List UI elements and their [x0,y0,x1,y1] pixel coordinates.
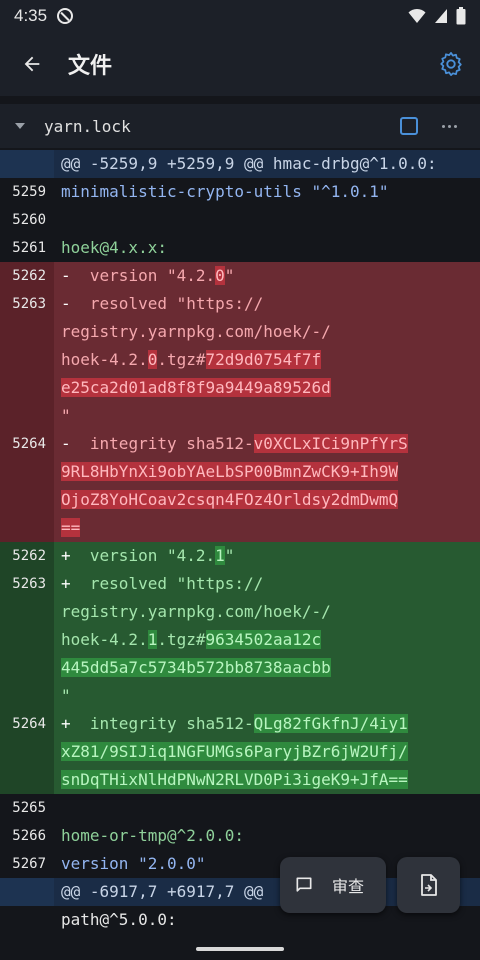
signal-icon [435,9,447,23]
deleted-line[interactable]: 5264 - integrity sha512-v0XCLxICi9nPfYrS… [0,430,480,542]
more-horizontal-icon [442,124,445,128]
added-line[interactable]: 5264 + integrity sha512-QLg82fGkfnJ/4iy1… [0,710,480,794]
line-text [54,206,480,234]
collapse-toggle[interactable] [0,123,40,129]
dnd-icon [57,8,74,24]
line-text: - resolved "https://registry.yarnpkg.com… [54,290,480,430]
line-text: - version "4.2.0" [54,262,480,290]
line-number: 5264 [0,710,54,794]
status-time: 4:35 [14,6,48,25]
deleted-line[interactable]: 5263 - resolved "https://registry.yarnpk… [0,290,480,430]
line-text: + version "4.2.1" [54,542,480,570]
line-text: + resolved "https://registry.yarnpkg.com… [54,570,480,710]
line-number: 5264 [0,430,54,542]
line-text: hoek@4.x.x: [54,234,480,262]
app-bar: 文件 [0,32,480,96]
file-diff-icon [420,874,437,896]
wifi-icon [408,8,426,23]
added-line[interactable]: 5263 + resolved "https://registry.yarnpk… [0,570,480,710]
deleted-line[interactable]: 5262 - version "4.2.0" [0,262,480,290]
line-number: 5261 [0,234,54,262]
file-header[interactable]: yarn.lock [0,104,480,148]
line-number: 5259 [0,178,54,206]
battery-icon [456,7,466,25]
navigation-handle[interactable] [196,947,284,951]
comment-icon [296,877,312,892]
line-number: 5262 [0,542,54,570]
status-icons [408,7,466,25]
review-button[interactable]: 审查 [280,857,386,913]
gear-icon [440,52,462,76]
line-text: + integrity sha512-QLg82fGkfnJ/4iy1 xZ81/… [54,710,480,794]
context-line[interactable]: 5260 [0,206,480,234]
line-number: 5265 [0,794,54,822]
line-text [54,794,480,822]
added-line[interactable]: 5262 + version "4.2.1" [0,542,480,570]
page-title: 文件 [68,54,113,79]
review-button-label: 审查 [332,877,365,896]
arrow-left-icon [24,56,40,72]
context-line[interactable]: 5261 hoek@4.x.x: [0,234,480,262]
line-number: 5263 [0,290,54,430]
line-text: home-or-tmp@^2.0.0: [54,822,480,850]
status-bar: 4:35 [0,0,480,32]
hunk-header-text: @@ -5259,9 +5259,9 @@ hmac-drbg@^1.0.0: [54,150,480,178]
line-number: 5263 [0,570,54,710]
context-line[interactable]: 5259 minimalistic-crypto-utils "^1.0.1" [0,178,480,206]
line-number: 5262 [0,262,54,290]
settings-button[interactable] [422,32,480,96]
context-line[interactable]: 5265 [0,794,480,822]
hunk-header: @@ -5259,9 +5259,9 @@ hmac-drbg@^1.0.0: [0,150,480,178]
line-number: 5266 [0,822,54,850]
file-name: yarn.lock [44,116,131,136]
viewed-checkbox[interactable] [400,117,418,135]
context-line[interactable]: 5266 home-or-tmp@^2.0.0: [0,822,480,850]
line-number: 5267 [0,850,54,878]
line-text: minimalistic-crypto-utils "^1.0.1" [54,178,480,206]
caret-down-icon [15,123,25,129]
line-text: - integrity sha512-v0XCLxICi9nPfYrS 9RL8H… [54,430,480,542]
back-button[interactable] [0,32,64,96]
diff-view[interactable]: @@ -5259,9 +5259,9 @@ hmac-drbg@^1.0.0: … [0,150,480,960]
file-diff-button[interactable] [397,857,460,913]
line-number: 5260 [0,206,54,234]
more-options-button[interactable] [442,124,462,128]
